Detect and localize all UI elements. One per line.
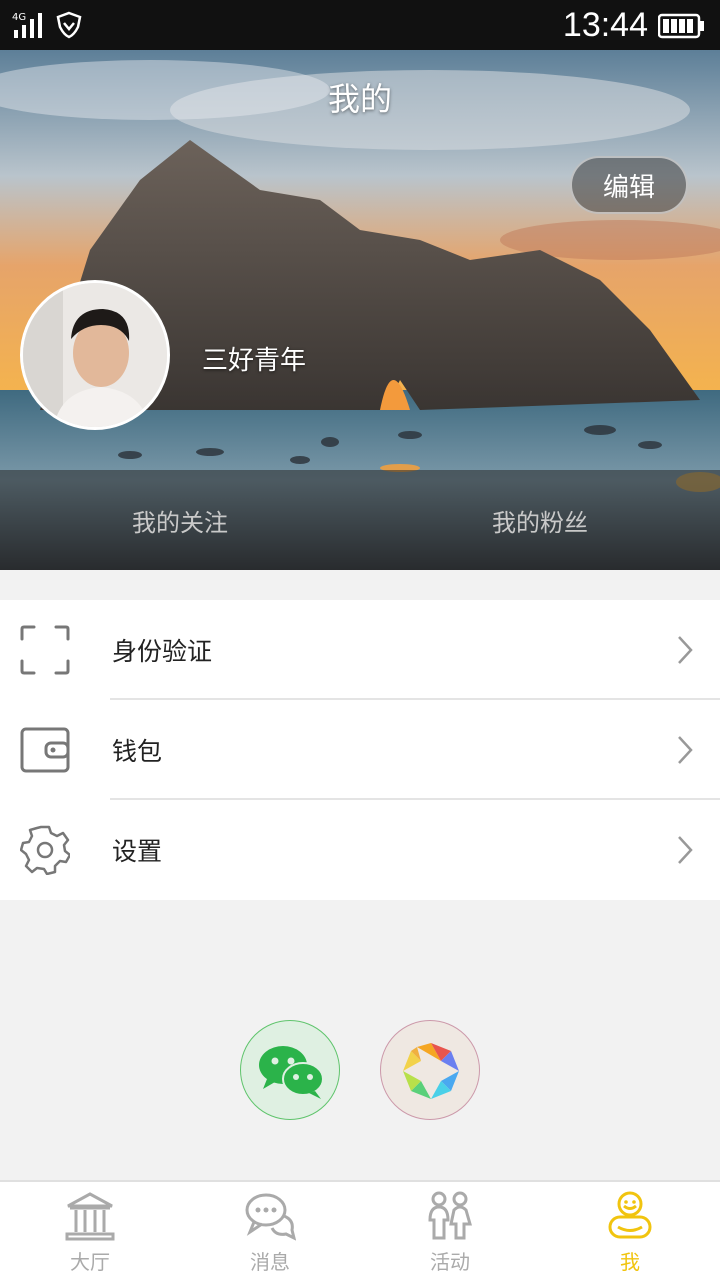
moments-icon <box>403 1043 459 1099</box>
me-icon <box>608 1191 652 1239</box>
menu-item-settings[interactable]: 设置 <box>0 800 720 900</box>
my-following-tab[interactable]: 我的关注 <box>0 470 360 570</box>
tab-label-hall: 大厅 <box>70 1250 110 1274</box>
signal-icon: 4G <box>12 12 42 38</box>
share-buttons <box>0 1020 720 1120</box>
chevron-right-icon <box>678 736 693 764</box>
edit-button[interactable]: 编辑 <box>570 156 688 214</box>
tab-label-messages: 消息 <box>250 1250 290 1274</box>
page-title: 我的 <box>327 80 392 118</box>
settings-menu: 身份验证 钱包 设置 <box>0 600 720 900</box>
hall-icon <box>65 1192 115 1241</box>
avatar[interactable] <box>20 280 170 430</box>
network-label: 4G <box>12 12 26 23</box>
share-wechat-button[interactable] <box>240 1020 340 1120</box>
avatar-photo <box>23 283 167 427</box>
menu-item-identity-verification[interactable]: 身份验证 <box>0 600 720 700</box>
wallet-icon <box>20 727 70 773</box>
wechat-icon <box>259 1046 324 1099</box>
my-fans-tab[interactable]: 我的粉丝 <box>360 470 720 570</box>
chevron-right-icon <box>678 836 693 864</box>
gear-icon <box>20 825 70 875</box>
menu-item-wallet[interactable]: 钱包 <box>0 700 720 800</box>
tab-label-me: 我 <box>620 1250 640 1274</box>
username: 三好青年 <box>202 346 307 376</box>
profile-header: 我的 编辑 三好青年 我的关注 我的粉丝 <box>0 50 720 570</box>
share-moments-button[interactable] <box>380 1020 480 1120</box>
shield-icon <box>56 11 82 39</box>
menu-label-identity: 身份验证 <box>112 637 213 666</box>
chevron-right-icon <box>678 636 693 664</box>
scan-frame-icon <box>20 625 70 675</box>
battery-icon <box>658 13 704 38</box>
tab-activities[interactable]: 活动 <box>360 1182 540 1280</box>
bottom-tab-bar: 大厅 消息 活动 我 <box>0 1180 720 1280</box>
status-time: 13:44 <box>562 6 648 44</box>
message-icon <box>245 1193 296 1241</box>
activity-icon <box>428 1191 472 1240</box>
follow-tabs: 我的关注 我的粉丝 <box>0 470 720 570</box>
tab-messages[interactable]: 消息 <box>180 1182 360 1280</box>
menu-label-wallet: 钱包 <box>112 737 163 766</box>
status-bar: 4G 13:44 <box>0 0 720 50</box>
tab-hall[interactable]: 大厅 <box>0 1182 180 1280</box>
menu-label-settings: 设置 <box>112 837 163 866</box>
tab-me[interactable]: 我 <box>540 1182 720 1280</box>
tab-label-activities: 活动 <box>430 1250 470 1274</box>
